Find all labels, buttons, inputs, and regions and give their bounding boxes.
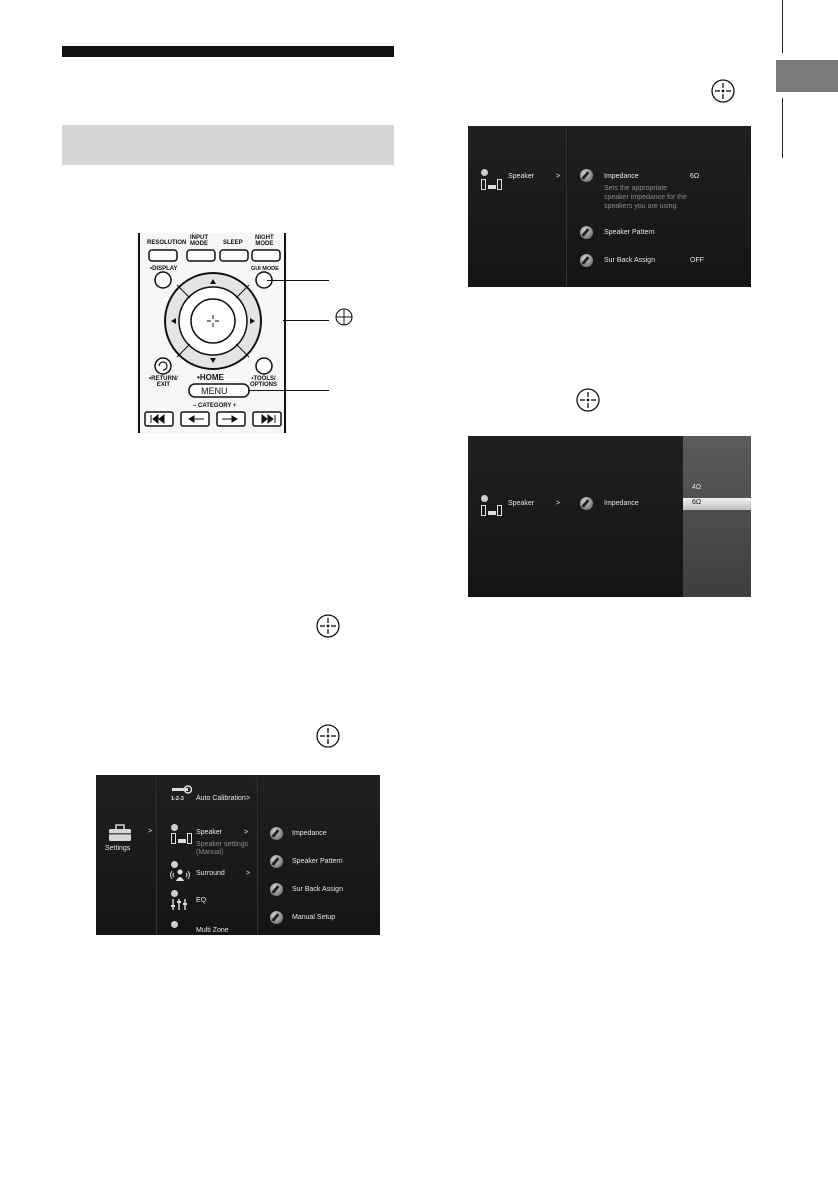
badge-icon: [481, 169, 488, 176]
eq-icon: [171, 899, 187, 910]
enter-symbol-icon: [316, 724, 340, 748]
submenu-item-speaker-pattern[interactable]: Speaker Pattern: [292, 858, 343, 865]
option-4-ohm[interactable]: 4Ω: [692, 484, 701, 491]
impedance-value: 6Ω: [690, 173, 700, 180]
margin-rule-top: [782, 0, 784, 53]
surround-icon: [170, 869, 190, 881]
tools-options-label: •TOOLS/ OPTIONS: [250, 376, 278, 388]
settings-screen-main-menu: Settings > 1-2-3 Auto Calibration > Spea…: [96, 775, 380, 935]
menu-item-surround[interactable]: Surround: [196, 870, 225, 877]
wrench-icon: [580, 169, 593, 182]
description-line: speaker impedance for the: [604, 194, 687, 201]
wrench-icon: [270, 883, 283, 896]
toolbox-icon: [109, 824, 131, 841]
input-mode-label: INPUT MODE: [190, 235, 208, 247]
category-label: – CATEGORY +: [193, 403, 237, 409]
night-mode-label: NIGHT MODE: [255, 235, 274, 247]
menu-item-speaker-pattern[interactable]: Speaker Pattern: [604, 229, 655, 236]
menu-item-multi-zone[interactable]: Multi Zone: [196, 927, 229, 934]
badge-icon: [171, 824, 178, 831]
return-exit-label: •RETURN/ EXIT: [149, 376, 178, 388]
display-label: •DISPLAY: [150, 266, 178, 272]
submenu-item-impedance[interactable]: Impedance: [292, 830, 327, 837]
section-header-rule: [62, 46, 394, 57]
menu-item-speaker[interactable]: Speaker: [508, 173, 534, 180]
settings-screen-impedance-info: Speaker > Impedance 6Ω Sets the appropri…: [468, 126, 751, 287]
badge-icon: [481, 495, 488, 502]
leader-line: [267, 280, 329, 282]
chapter-tab: [776, 60, 838, 92]
margin-rule-bottom: [782, 98, 784, 158]
sleep-label: SLEEP: [223, 240, 243, 246]
leader-line: [248, 390, 329, 392]
menu-label: MENU: [201, 386, 228, 396]
arrow-icon: >: [244, 829, 249, 836]
wrench-icon: [580, 254, 593, 267]
leader-line: [283, 320, 329, 322]
arrow-icon: >: [556, 500, 561, 507]
enter-symbol-icon: [316, 614, 340, 638]
option-list: 4Ω 6Ω: [683, 436, 751, 597]
home-label: •HOME: [197, 373, 224, 382]
wrench-icon: [270, 855, 283, 868]
calibration-icon: [172, 785, 192, 794]
enter-symbol-icon: [711, 79, 735, 103]
gui-mode-label: GUI MODE: [251, 266, 279, 272]
arrow-icon: >: [148, 828, 153, 835]
calibration-icon-text: 1-2-3: [171, 796, 184, 802]
enter-symbol-icon: [335, 308, 353, 326]
speaker-icon: [171, 832, 193, 844]
subsection-banner: [62, 125, 394, 165]
menu-item-impedance[interactable]: Impedance: [604, 500, 639, 507]
wrench-icon: [580, 226, 593, 239]
menu-item-speaker[interactable]: Speaker: [508, 500, 534, 507]
wrench-icon: [270, 827, 283, 840]
settings-label[interactable]: Settings: [105, 845, 130, 852]
arrow-icon: >: [246, 870, 251, 877]
speaker-sub-label: Speaker settings (Manual): [196, 841, 249, 856]
submenu-item-sur-back-assign[interactable]: Sur Back Assign: [292, 886, 343, 893]
wrench-icon: [580, 497, 593, 510]
badge-icon: [171, 861, 178, 868]
enter-symbol-icon: [576, 388, 600, 412]
badge-icon: [171, 890, 178, 897]
arrow-icon: >: [556, 173, 561, 180]
menu-item-sur-back-assign[interactable]: Sur Back Assign: [604, 257, 655, 264]
remote-control-illustration: RESOLUTION INPUT MODE SLEEP NIGHT MODE •…: [137, 233, 287, 433]
resolution-label: RESOLUTION: [147, 240, 187, 246]
submenu-item-manual-setup[interactable]: Manual Setup: [292, 914, 335, 921]
menu-item-auto-calibration[interactable]: Auto Calibration: [196, 795, 246, 802]
menu-item-speaker[interactable]: Speaker: [196, 829, 222, 836]
menu-item-eq[interactable]: EQ: [196, 897, 206, 904]
description-line: speakers you are using.: [604, 203, 679, 210]
badge-icon: [171, 921, 178, 928]
wrench-icon: [270, 911, 283, 924]
speaker-icon: [481, 504, 503, 516]
description-line: Sets the appropriate: [604, 185, 668, 192]
menu-item-impedance[interactable]: Impedance: [604, 173, 639, 180]
option-6-ohm[interactable]: 6Ω: [692, 499, 701, 506]
speaker-icon: [481, 178, 503, 190]
arrow-icon: >: [246, 795, 251, 802]
settings-screen-impedance-select: Speaker > Impedance 4Ω 6Ω: [468, 436, 751, 597]
sur-back-assign-value: OFF: [690, 257, 704, 264]
